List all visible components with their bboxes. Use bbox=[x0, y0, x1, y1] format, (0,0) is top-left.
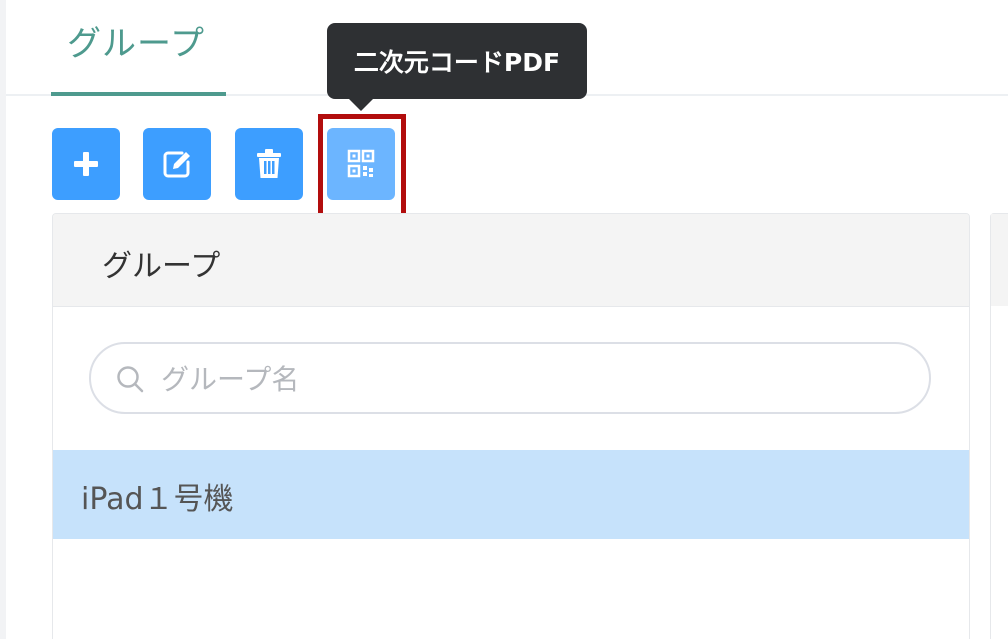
qr-code-icon bbox=[347, 149, 375, 178]
tab-groups-label: グループ bbox=[67, 24, 205, 64]
tooltip: 二次元コードPDF bbox=[327, 23, 587, 99]
adjacent-panel-header bbox=[991, 214, 1008, 306]
edit-button[interactable] bbox=[143, 128, 211, 200]
trash-icon bbox=[257, 149, 281, 178]
panel-title: グループ bbox=[102, 249, 221, 284]
list-item-label: iPad１号機 bbox=[81, 482, 234, 517]
search-icon bbox=[117, 366, 144, 393]
group-panel: グループ iPad１号機 bbox=[52, 213, 970, 639]
plus-icon bbox=[74, 152, 98, 176]
tooltip-arrow bbox=[349, 99, 373, 111]
tab-active-underline bbox=[51, 92, 226, 96]
search-box[interactable] bbox=[89, 342, 931, 414]
qr-code-pdf-button[interactable] bbox=[327, 128, 395, 200]
delete-button[interactable] bbox=[235, 128, 303, 200]
adjacent-panel-edge bbox=[990, 213, 1008, 639]
edit-icon bbox=[163, 151, 190, 178]
add-button[interactable] bbox=[52, 128, 120, 200]
search-input[interactable] bbox=[159, 354, 903, 404]
list-item[interactable]: iPad１号機 bbox=[53, 450, 969, 539]
tooltip-text: 二次元コードPDF bbox=[353, 48, 561, 77]
tab-groups[interactable]: グループ bbox=[51, 0, 226, 96]
page: グループ 二次元コードPDF グループ グループ名 iPad１号機 bbox=[0, 0, 1008, 639]
panel-header: グループ bbox=[53, 214, 969, 307]
